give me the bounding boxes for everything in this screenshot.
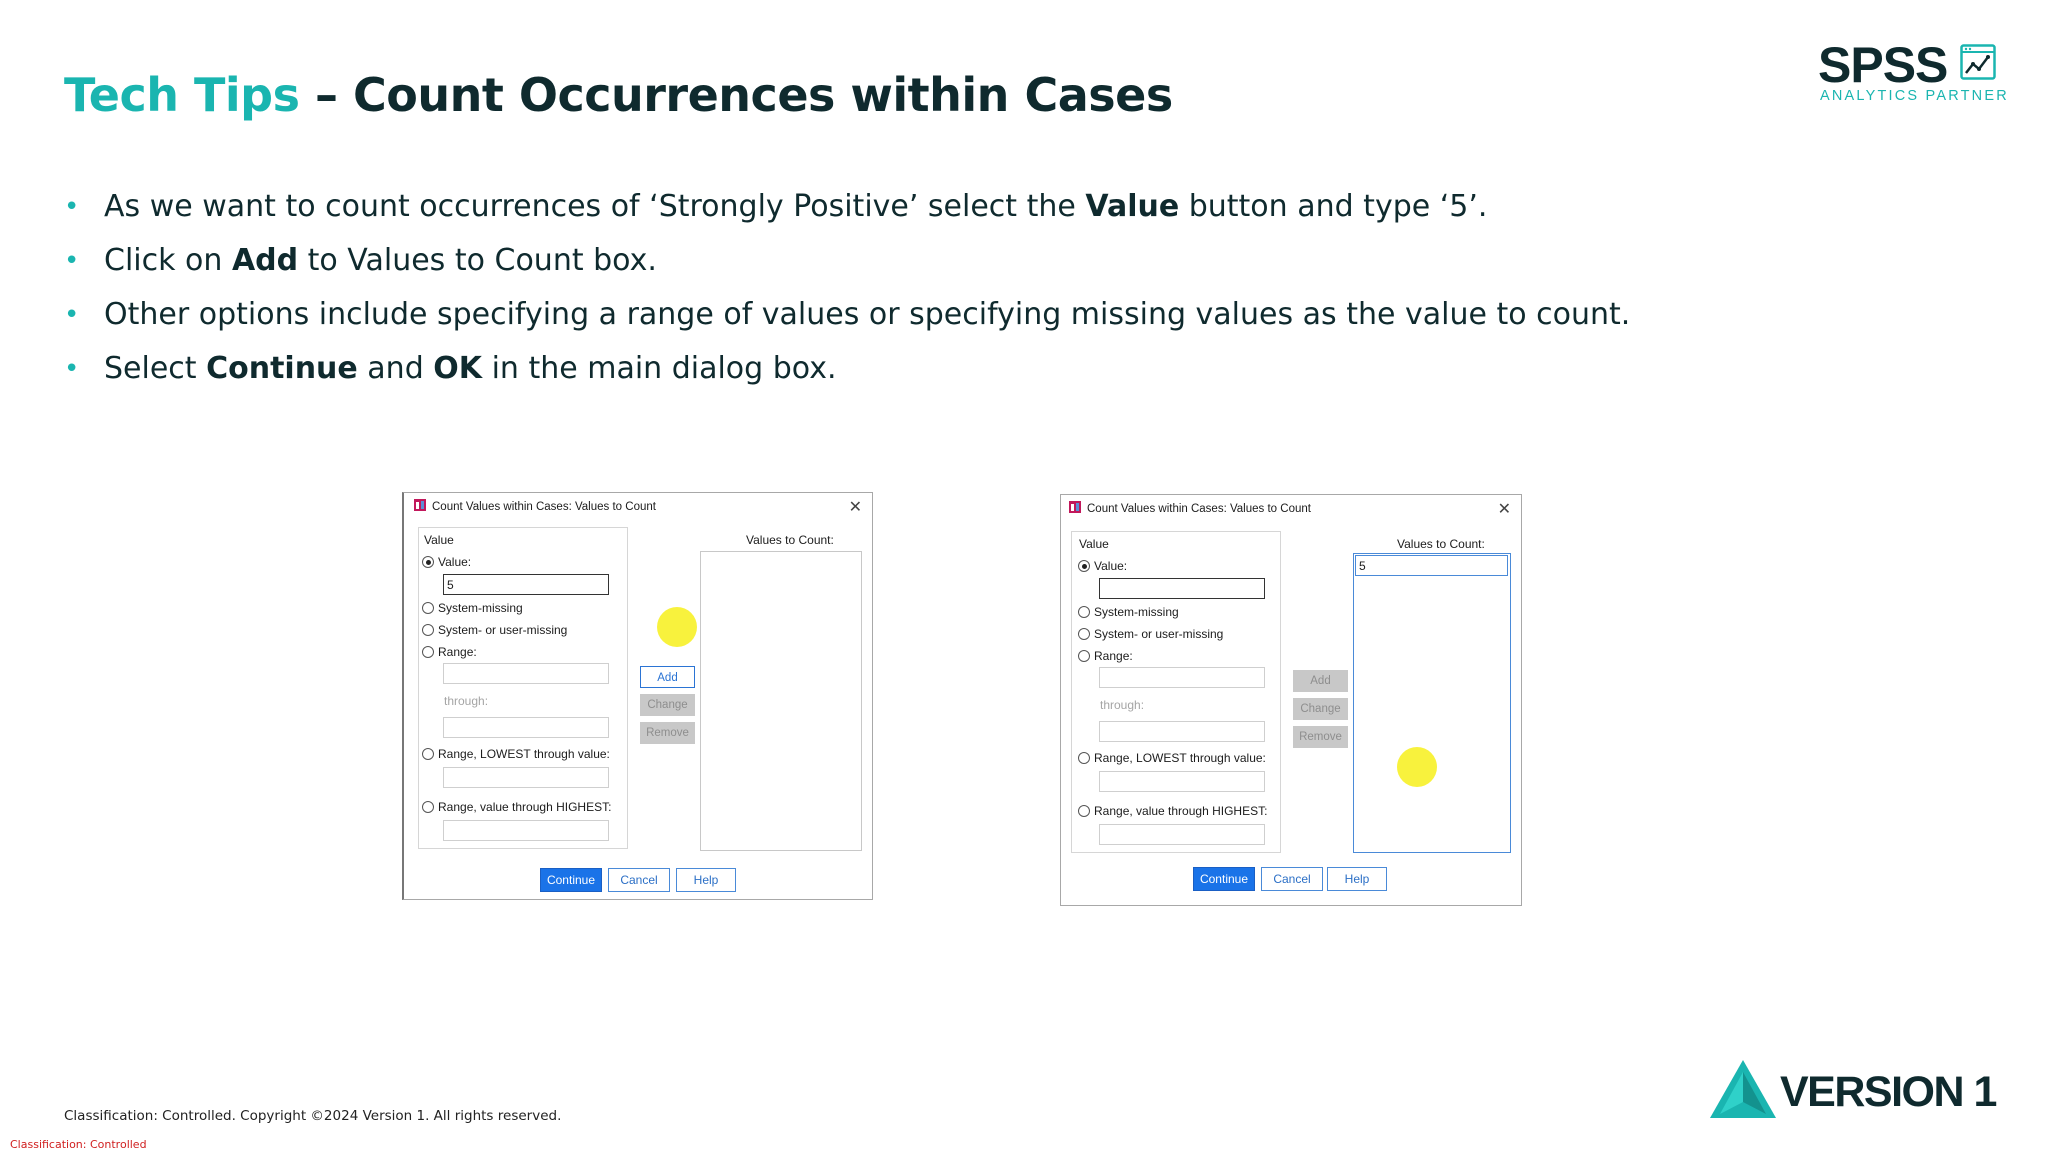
range-to-input[interactable] [443, 717, 609, 738]
cursor-highlight [1397, 747, 1437, 787]
radio-system-user-missing-label: System- or user-missing [438, 623, 568, 637]
values-to-count-label: Values to Count: [746, 533, 834, 547]
radio-range-label: Range: [1094, 649, 1133, 663]
bullet-dot-icon: • [64, 354, 80, 384]
bullet-item: • Select Continue and OK in the main dial… [64, 342, 1630, 396]
dialog-title: Count Values within Cases: Values to Cou… [432, 501, 656, 513]
radio-range-highest[interactable] [1078, 805, 1090, 817]
spss-logo: SPSS ANALYTICS PARTNER [1818, 40, 2008, 106]
radio-range-lowest-label: Range, LOWEST through value: [438, 747, 610, 761]
radio-system-user-missing-label: System- or user-missing [1094, 627, 1224, 641]
cancel-button[interactable]: Cancel [1261, 867, 1323, 891]
radio-value-label: Value: [1094, 559, 1128, 573]
range-lowest-input[interactable] [1099, 771, 1265, 792]
bullet-text: Select [104, 351, 207, 386]
radio-range-highest[interactable] [422, 801, 434, 813]
radio-value-label: Value: [438, 555, 472, 569]
radio-system-missing[interactable] [422, 602, 434, 614]
change-button[interactable]: Change [1293, 698, 1348, 720]
bullet-bold: Value [1085, 189, 1180, 224]
radio-system-missing-label: System-missing [438, 601, 523, 615]
bullet-item: • As we want to count occurrences of ‘Str… [64, 180, 1630, 234]
bullet-text: and [357, 351, 434, 386]
help-button[interactable]: Help [1327, 867, 1387, 891]
dialog-values-to-count-before: Count Values within Cases: Values to Cou… [402, 492, 873, 900]
line-chart-icon [1960, 44, 1996, 80]
through-label: through: [444, 694, 489, 708]
bullet-item: • Other options include specifying a rang… [64, 288, 1630, 342]
bullet-text: Click on [104, 243, 232, 278]
value-input[interactable] [1099, 578, 1265, 599]
through-label: through: [1100, 698, 1145, 712]
radio-range-lowest[interactable] [422, 748, 434, 760]
remove-button[interactable]: Remove [1293, 726, 1348, 748]
radio-system-missing-label: System-missing [1094, 605, 1179, 619]
value-group-label: Value [1079, 537, 1109, 551]
version1-word: VERSION 1 [1780, 1068, 1997, 1116]
bullet-dot-icon: • [64, 192, 80, 222]
bullet-text: button and type ‘5’. [1179, 189, 1488, 224]
cancel-button[interactable]: Cancel [608, 868, 670, 892]
bullet-text: As we want to count occurrences of ‘Stro… [104, 189, 1086, 224]
radio-range[interactable] [1078, 650, 1090, 662]
remove-button[interactable]: Remove [640, 722, 695, 744]
version1-mark-icon [1710, 1060, 1776, 1118]
radio-range-lowest[interactable] [1078, 752, 1090, 764]
copyright-text: Classification: Controlled. Copyright ©2… [64, 1108, 562, 1124]
radio-system-user-missing[interactable] [1078, 628, 1090, 640]
dialog-values-to-count-after: Count Values within Cases: Values to Cou… [1060, 494, 1522, 906]
radio-value[interactable] [1078, 560, 1090, 572]
bullet-dot-icon: • [64, 300, 80, 330]
continue-button[interactable]: Continue [540, 868, 602, 892]
title-accent: Tech Tips [64, 68, 300, 122]
spss-app-icon [414, 499, 426, 511]
value-group-label: Value [424, 533, 454, 547]
value-input[interactable]: 5 [443, 574, 609, 595]
radio-system-user-missing[interactable] [422, 624, 434, 636]
spss-logo-word: SPSS [1818, 37, 1948, 93]
help-button[interactable]: Help [676, 868, 736, 892]
range-highest-input[interactable] [1099, 824, 1265, 845]
bullet-list: • As we want to count occurrences of ‘Str… [64, 180, 1630, 396]
spss-app-icon [1069, 501, 1081, 513]
values-to-count-list[interactable]: 5 [1353, 553, 1511, 853]
range-to-input[interactable] [1099, 721, 1265, 742]
cursor-highlight [657, 607, 697, 647]
values-to-count-item[interactable]: 5 [1355, 555, 1508, 576]
bullet-text: Other options include specifying a range… [104, 297, 1631, 332]
radio-range-highest-label: Range, value through HIGHEST: [1094, 804, 1268, 818]
radio-range-label: Range: [438, 645, 477, 659]
dialog-title: Count Values within Cases: Values to Cou… [1087, 503, 1311, 515]
values-to-count-list[interactable] [700, 551, 862, 851]
bullet-bold: Add [231, 243, 299, 278]
bullet-text: to Values to Count box. [298, 243, 657, 278]
classification-label: Classification: Controlled [10, 1138, 147, 1151]
values-to-count-label: Values to Count: [1397, 537, 1485, 551]
radio-value[interactable] [422, 556, 434, 568]
bullet-bold: OK [433, 351, 483, 386]
range-highest-input[interactable] [443, 820, 609, 841]
close-icon[interactable]: ✕ [1498, 499, 1511, 519]
title-rest: – Count Occurrences within Cases [299, 68, 1173, 122]
close-icon[interactable]: ✕ [849, 497, 862, 517]
radio-range-highest-label: Range, value through HIGHEST: [438, 800, 612, 814]
change-button[interactable]: Change [640, 694, 695, 716]
version1-logo: VERSION 1 [1708, 1056, 2008, 1126]
radio-range-lowest-label: Range, LOWEST through value: [1094, 751, 1266, 765]
bullet-text: in the main dialog box. [482, 351, 837, 386]
continue-button[interactable]: Continue [1193, 867, 1255, 891]
bullet-dot-icon: • [64, 246, 80, 276]
range-lowest-input[interactable] [443, 767, 609, 788]
bullet-item: • Click on Add to Values to Count box. [64, 234, 1630, 288]
add-button[interactable]: Add [640, 666, 695, 688]
radio-system-missing[interactable] [1078, 606, 1090, 618]
spss-logo-subtitle: ANALYTICS PARTNER [1820, 88, 2009, 104]
slide-title: Tech Tips – Count Occurrences within Cas… [64, 68, 1173, 122]
add-button[interactable]: Add [1293, 670, 1348, 692]
radio-range[interactable] [422, 646, 434, 658]
bullet-bold: Continue [206, 351, 358, 386]
range-from-input[interactable] [443, 663, 609, 684]
range-from-input[interactable] [1099, 667, 1265, 688]
